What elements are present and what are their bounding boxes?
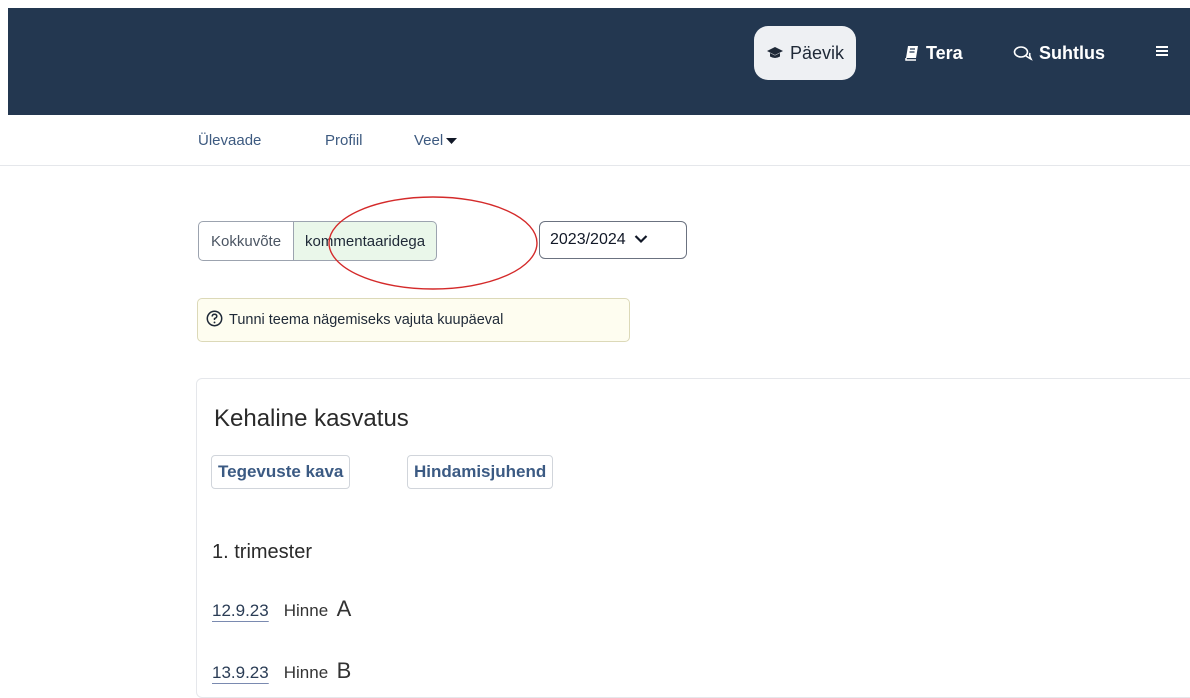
nav-item-paevik[interactable]: Päevik — [754, 26, 857, 80]
school-year-select[interactable]: 2023/2024 — [539, 221, 687, 259]
grade-date-link[interactable]: 12.9.23 — [212, 601, 269, 621]
school-year-value: 2023/2024 — [550, 231, 626, 248]
grade-date-link[interactable]: 13.9.23 — [212, 663, 269, 683]
hamburger-menu-icon[interactable] — [1156, 44, 1168, 63]
nav-item-label: Suhtlus — [1039, 42, 1105, 63]
subnav-item-label: Veel — [414, 132, 444, 149]
nav-item-label: Päevik — [790, 42, 845, 63]
grade-row: 13.9.23 Hinne B — [212, 658, 351, 684]
nav-item-tera[interactable]: Tera — [904, 26, 963, 80]
grade-row: 12.9.23 Hinne A — [212, 596, 351, 622]
hint-text: Tunni teema nägemiseks vajuta kuupäeval — [229, 312, 504, 328]
graduation-cap-icon — [766, 46, 784, 60]
subject-title: Kehaline kasvatus — [214, 405, 409, 432]
grade-label: Hinne — [283, 601, 329, 620]
top-navigation-bar: Päevik Tera Suhtlus — [8, 8, 1190, 115]
comments-toggle-button[interactable]: kommentaaridega — [294, 221, 438, 261]
grade-value: A — [336, 596, 352, 621]
subnav-item-profiil[interactable]: Profiil — [325, 132, 363, 149]
chat-icon — [1013, 45, 1033, 61]
activity-plan-button[interactable]: Tegevuste kava — [211, 455, 351, 489]
caret-down-icon — [446, 132, 458, 149]
grade-value: B — [336, 658, 352, 683]
subnav-item-veel[interactable]: Veel — [414, 132, 458, 149]
question-circle-icon — [206, 310, 223, 331]
subnav-item-ulevaade[interactable]: Ülevaade — [198, 132, 261, 149]
summary-toggle-button[interactable]: Kokkuvõte — [198, 221, 295, 261]
chevron-down-icon — [634, 231, 648, 249]
hint-box: Tunni teema nägemiseks vajuta kuupäeval — [197, 298, 630, 342]
view-toggle-group: Kokkuvõte kommentaaridega — [198, 221, 438, 261]
nav-item-suhtlus[interactable]: Suhtlus — [1013, 26, 1105, 80]
sub-navigation: Ülevaade Profiil Veel — [0, 115, 1190, 166]
grade-label: Hinne — [283, 663, 329, 682]
nav-item-label: Tera — [926, 42, 963, 63]
grading-guide-button[interactable]: Hindamisjuhend — [407, 455, 554, 489]
term-title: 1. trimester — [212, 541, 313, 563]
book-icon — [904, 45, 920, 61]
